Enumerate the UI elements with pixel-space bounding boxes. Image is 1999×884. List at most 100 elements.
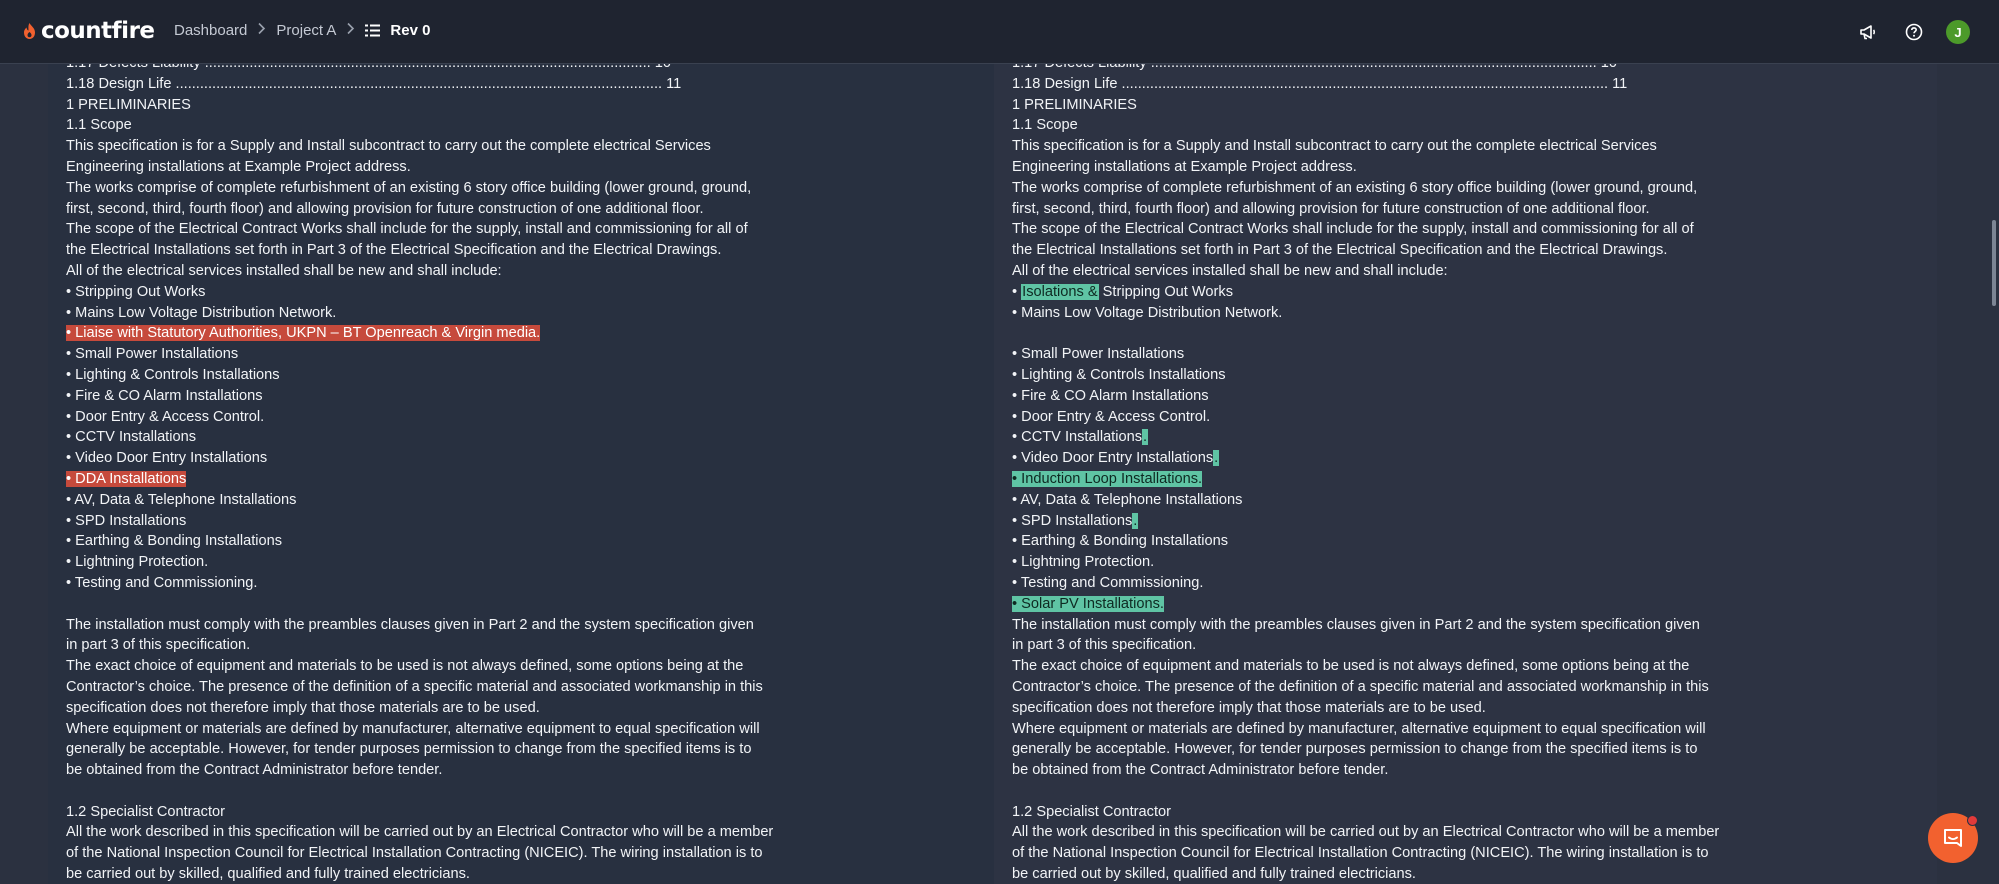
document-line: • Fire & CO Alarm Installations <box>1012 387 1209 404</box>
megaphone-icon[interactable] <box>1858 22 1878 42</box>
inserted-text: • Solar PV Installations. <box>1012 595 1164 612</box>
document-line: • Video Door Entry Installations <box>66 450 268 467</box>
document-line: specification does not therefore imply t… <box>1012 699 1486 716</box>
breadcrumb-dashboard[interactable]: Dashboard <box>174 22 247 39</box>
document-line: generally be acceptable. However, for te… <box>66 741 752 758</box>
document-line: in part 3 of this specification. <box>1012 637 1197 654</box>
document-line: • Lighting & Controls Installations <box>66 366 280 383</box>
document-list-icon <box>365 24 381 37</box>
document-line: The exact choice of equipment and materi… <box>1012 658 1690 675</box>
app-name: countfire <box>41 18 155 44</box>
top-bar: countfire Dashboard Project A Rev 0 J <box>0 0 1999 64</box>
revision-label: Rev 0 <box>390 22 431 39</box>
document-line: All the work described in this specifica… <box>1012 824 1720 841</box>
chat-button[interactable] <box>1928 813 1978 863</box>
document-line: be carried out by skilled, qualified and… <box>1012 866 1416 883</box>
document-line: • SPD Installations <box>66 512 187 529</box>
document-line: of the National Inspection Council for E… <box>1012 845 1709 862</box>
document-line: • Lighting & Controls Installations <box>1012 366 1226 383</box>
scrollbar-track[interactable] <box>1990 64 1999 884</box>
breadcrumb: Dashboard Project A Rev 0 <box>174 22 430 39</box>
document-line: • Door Entry & Access Control. <box>66 408 265 425</box>
notification-dot <box>1967 815 1978 826</box>
document-line: • Liaise with Statutory Authorities, UKP… <box>66 323 773 344</box>
document-line: Engineering installations at Example Pro… <box>66 158 411 175</box>
inserted-text: • Induction Loop Installations. <box>1012 470 1203 487</box>
breadcrumb-project[interactable]: Project A <box>276 22 336 39</box>
document-line: The scope of the Electrical Contract Wor… <box>66 221 748 238</box>
document-line: The works comprise of complete refurbish… <box>1012 179 1698 196</box>
inserted-text: Isolations & <box>1021 283 1099 300</box>
document-line: first, second, third, fourth floor) and … <box>66 200 704 217</box>
document-line: 1.18 Design Life .......................… <box>1012 75 1628 92</box>
document-line: • Mains Low Voltage Distribution Network… <box>66 304 337 321</box>
deleted-text: • Liaise with Statutory Authorities, UKP… <box>66 325 541 342</box>
document-line: All the work described in this specifica… <box>66 824 774 841</box>
line-text: Stripping Out Works <box>1098 283 1233 300</box>
document-line: be obtained from the Contract Administra… <box>1012 762 1389 779</box>
document-line: be obtained from the Contract Administra… <box>66 762 443 779</box>
countfire-logo[interactable]: countfire <box>22 18 155 44</box>
document-line: The works comprise of complete refurbish… <box>66 179 752 196</box>
document-line: 1.17 Defects Liability .................… <box>1012 64 1719 74</box>
right-document-text: 1.17 Defects Liability .................… <box>1012 64 1719 884</box>
inserted-text: . <box>1142 429 1149 446</box>
document-line: Engineering installations at Example Pro… <box>1012 158 1357 175</box>
document-line: • Small Power Installations <box>1012 346 1185 363</box>
document-line: • Testing and Commissioning. <box>1012 574 1204 591</box>
line-text: • CCTV Installations <box>1012 429 1143 446</box>
document-line: • Small Power Installations <box>66 346 239 363</box>
document-line: the Electrical Installations set forth i… <box>1012 242 1668 259</box>
right-document-panel[interactable]: 1.17 Defects Liability .................… <box>994 64 1937 884</box>
document-line: • Stripping Out Works <box>66 283 206 300</box>
document-line: • AV, Data & Telephone Installations <box>1012 491 1243 508</box>
inserted-text: . <box>1213 450 1220 467</box>
document-line: The installation must comply with the pr… <box>66 616 754 633</box>
flame-icon <box>24 23 35 39</box>
document-line: • Lightning Protection. <box>66 554 209 571</box>
document-line: generally be acceptable. However, for te… <box>1012 741 1698 758</box>
document-line: of the National Inspection Council for E… <box>66 845 763 862</box>
deleted-text: • DDA Installations <box>66 470 187 487</box>
chevron-right-icon <box>257 22 266 39</box>
document-line: • CCTV Installations. <box>1012 427 1719 448</box>
document-line: • Earthing & Bonding Installations <box>66 533 283 550</box>
document-line: Where equipment or materials are defined… <box>66 720 760 737</box>
document-line: first, second, third, fourth floor) and … <box>1012 200 1650 217</box>
document-line: • DDA Installations <box>66 469 773 490</box>
document-line: • SPD Installations. <box>1012 511 1719 532</box>
document-line: • Lightning Protection. <box>1012 554 1155 571</box>
document-line: • Mains Low Voltage Distribution Network… <box>1012 304 1283 321</box>
document-line: • Testing and Commissioning. <box>66 574 258 591</box>
document-line: the Electrical Installations set forth i… <box>66 242 722 259</box>
help-circle-icon[interactable] <box>1904 22 1924 42</box>
document-line: • Video Door Entry Installations. <box>1012 448 1719 469</box>
avatar[interactable]: J <box>1946 20 1970 44</box>
document-line: This specification is for a Supply and I… <box>66 138 711 155</box>
document-line: This specification is for a Supply and I… <box>1012 138 1657 155</box>
document-line: The scope of the Electrical Contract Wor… <box>1012 221 1694 238</box>
breadcrumb-current[interactable]: Rev 0 <box>365 22 430 39</box>
document-line: • Solar PV Installations. <box>1012 594 1719 615</box>
document-line: All of the electrical services installed… <box>1012 262 1448 279</box>
left-document-text: 1.17 Defects Liability .................… <box>66 64 773 884</box>
document-line: 1.17 Defects Liability .................… <box>66 64 773 74</box>
document-line: All of the electrical services installed… <box>66 262 502 279</box>
document-line: • Fire & CO Alarm Installations <box>66 387 263 404</box>
scrollbar-thumb[interactable] <box>1992 220 1996 306</box>
document-line: 1.1 Scope <box>1012 117 1078 134</box>
document-line: • Door Entry & Access Control. <box>1012 408 1211 425</box>
line-text: • SPD Installations <box>1012 512 1133 529</box>
document-line: 1.2 Specialist Contractor <box>66 803 225 820</box>
document-line: 1.18 Design Life .......................… <box>66 75 682 92</box>
inserted-text: . <box>1132 512 1139 529</box>
document-line: • Isolations & Stripping Out Works <box>1012 282 1719 303</box>
document-line: • Induction Loop Installations. <box>1012 469 1719 490</box>
document-line: The installation must comply with the pr… <box>1012 616 1700 633</box>
document-line: 1.1 Scope <box>66 117 132 134</box>
document-line: • CCTV Installations <box>66 429 197 446</box>
left-document-panel[interactable]: 1.17 Defects Liability .................… <box>48 64 994 884</box>
